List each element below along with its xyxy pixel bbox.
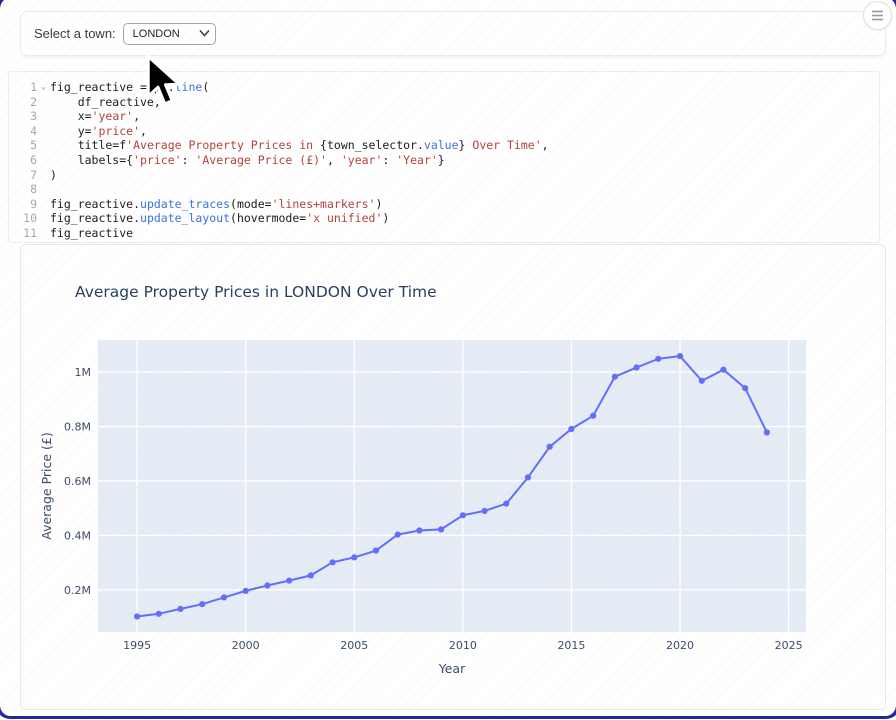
line-number: 6: [9, 153, 37, 168]
x-tick-label: 2000: [232, 639, 260, 652]
code-line[interactable]: 5 title=f'Average Property Prices in {to…: [9, 138, 879, 153]
fold-gutter: [37, 153, 50, 168]
data-point[interactable]: [547, 444, 553, 450]
x-tick-label: 2020: [666, 639, 694, 652]
chart-output-cell: Average Property Prices in LONDON Over T…: [20, 244, 886, 710]
data-point[interactable]: [395, 532, 401, 538]
x-tick-label: 2015: [557, 639, 585, 652]
line-number: 9: [9, 197, 37, 212]
plot-area[interactable]: [98, 340, 806, 632]
y-tick-label: 0.6M: [64, 475, 91, 488]
data-point[interactable]: [156, 611, 162, 617]
data-point[interactable]: [243, 588, 249, 594]
data-point[interactable]: [503, 501, 509, 507]
data-point[interactable]: [373, 548, 379, 554]
fold-gutter: [37, 197, 50, 212]
code-line[interactable]: 4 y='price',: [9, 124, 879, 139]
fold-gutter: [37, 124, 50, 139]
data-point[interactable]: [742, 385, 748, 391]
data-point[interactable]: [764, 429, 770, 435]
line-number: 2: [9, 95, 37, 110]
data-point[interactable]: [590, 413, 596, 419]
chart-svg: 1995 2000 2005 2010 2015 2020 2025 0.2M 0.4M 0.6M…: [21, 245, 885, 709]
x-tick-label: 2010: [449, 639, 477, 652]
data-point[interactable]: [286, 578, 292, 584]
town-select-dropdown[interactable]: LONDON: [123, 23, 216, 45]
line-number: 5: [9, 138, 37, 153]
data-point[interactable]: [720, 367, 726, 373]
town-select-label: Select a town:: [34, 26, 116, 41]
line-number: 11: [9, 226, 37, 241]
data-point[interactable]: [699, 378, 705, 384]
line-number: 1: [9, 80, 37, 95]
hamburger-icon: [871, 10, 884, 21]
fold-gutter: [37, 226, 50, 241]
code-line[interactable]: 1⌄fig_reactive = px.line(: [9, 80, 879, 95]
data-point[interactable]: [264, 582, 270, 588]
code-line[interactable]: 2 df_reactive,: [9, 95, 879, 110]
data-point[interactable]: [525, 474, 531, 480]
data-point[interactable]: [221, 594, 227, 600]
data-point[interactable]: [460, 512, 466, 518]
data-point[interactable]: [482, 508, 488, 514]
line-number: 10: [9, 211, 37, 226]
line-number: 8: [9, 182, 37, 197]
data-point[interactable]: [308, 572, 314, 578]
code-editor-cell[interactable]: 1⌄fig_reactive = px.line(2 df_reactive,3…: [8, 71, 880, 243]
data-point[interactable]: [677, 353, 683, 359]
code-line[interactable]: 9fig_reactive.update_traces(mode='lines+…: [9, 197, 879, 212]
fold-arrow-icon[interactable]: ⌄: [37, 80, 50, 95]
data-point[interactable]: [134, 613, 140, 619]
fold-gutter: [37, 211, 50, 226]
data-point[interactable]: [416, 527, 422, 533]
line-number: 7: [9, 168, 37, 183]
town-select-wrapper: LONDON: [123, 23, 216, 45]
fold-gutter: [37, 138, 50, 153]
y-tick-label: 0.4M: [64, 529, 91, 542]
code-line[interactable]: 6 labels={'price': 'Average Price (£)', …: [9, 153, 879, 168]
window-border-top-left: [0, 0, 30, 27]
data-point[interactable]: [655, 356, 661, 362]
data-point[interactable]: [199, 601, 205, 607]
x-tick-label: 2005: [340, 639, 368, 652]
window-border-bottom: [0, 700, 896, 719]
code-line[interactable]: 8: [9, 182, 879, 197]
code-line[interactable]: 3 x='year',: [9, 109, 879, 124]
code-line[interactable]: 7): [9, 168, 879, 183]
y-tick-label: 0.8M: [64, 421, 91, 434]
data-point[interactable]: [568, 426, 574, 432]
data-point[interactable]: [330, 559, 336, 565]
code-line[interactable]: 11fig_reactive: [9, 226, 879, 241]
fold-gutter: [37, 182, 50, 197]
x-tick-label: 2025: [775, 639, 803, 652]
data-point[interactable]: [634, 364, 640, 370]
x-tick-label: 1995: [123, 639, 151, 652]
app-menu-button[interactable]: [863, 1, 892, 30]
code-lines: 1⌄fig_reactive = px.line(2 df_reactive,3…: [9, 80, 879, 241]
data-point[interactable]: [438, 526, 444, 532]
y-axis-title: Average Price (£): [39, 432, 54, 539]
data-point[interactable]: [612, 374, 618, 380]
fold-gutter: [37, 95, 50, 110]
x-axis-title: Year: [438, 661, 466, 676]
fold-gutter: [37, 109, 50, 124]
line-number: 3: [9, 109, 37, 124]
data-point[interactable]: [351, 554, 357, 560]
y-tick-label: 1M: [75, 366, 92, 379]
line-number: 4: [9, 124, 37, 139]
y-tick-label: 0.2M: [64, 584, 91, 597]
code-line[interactable]: 10fig_reactive.update_layout(hovermode='…: [9, 211, 879, 226]
town-selector-toolbar: Select a town: LONDON: [20, 11, 886, 56]
data-point[interactable]: [177, 606, 183, 612]
fold-gutter: [37, 168, 50, 183]
